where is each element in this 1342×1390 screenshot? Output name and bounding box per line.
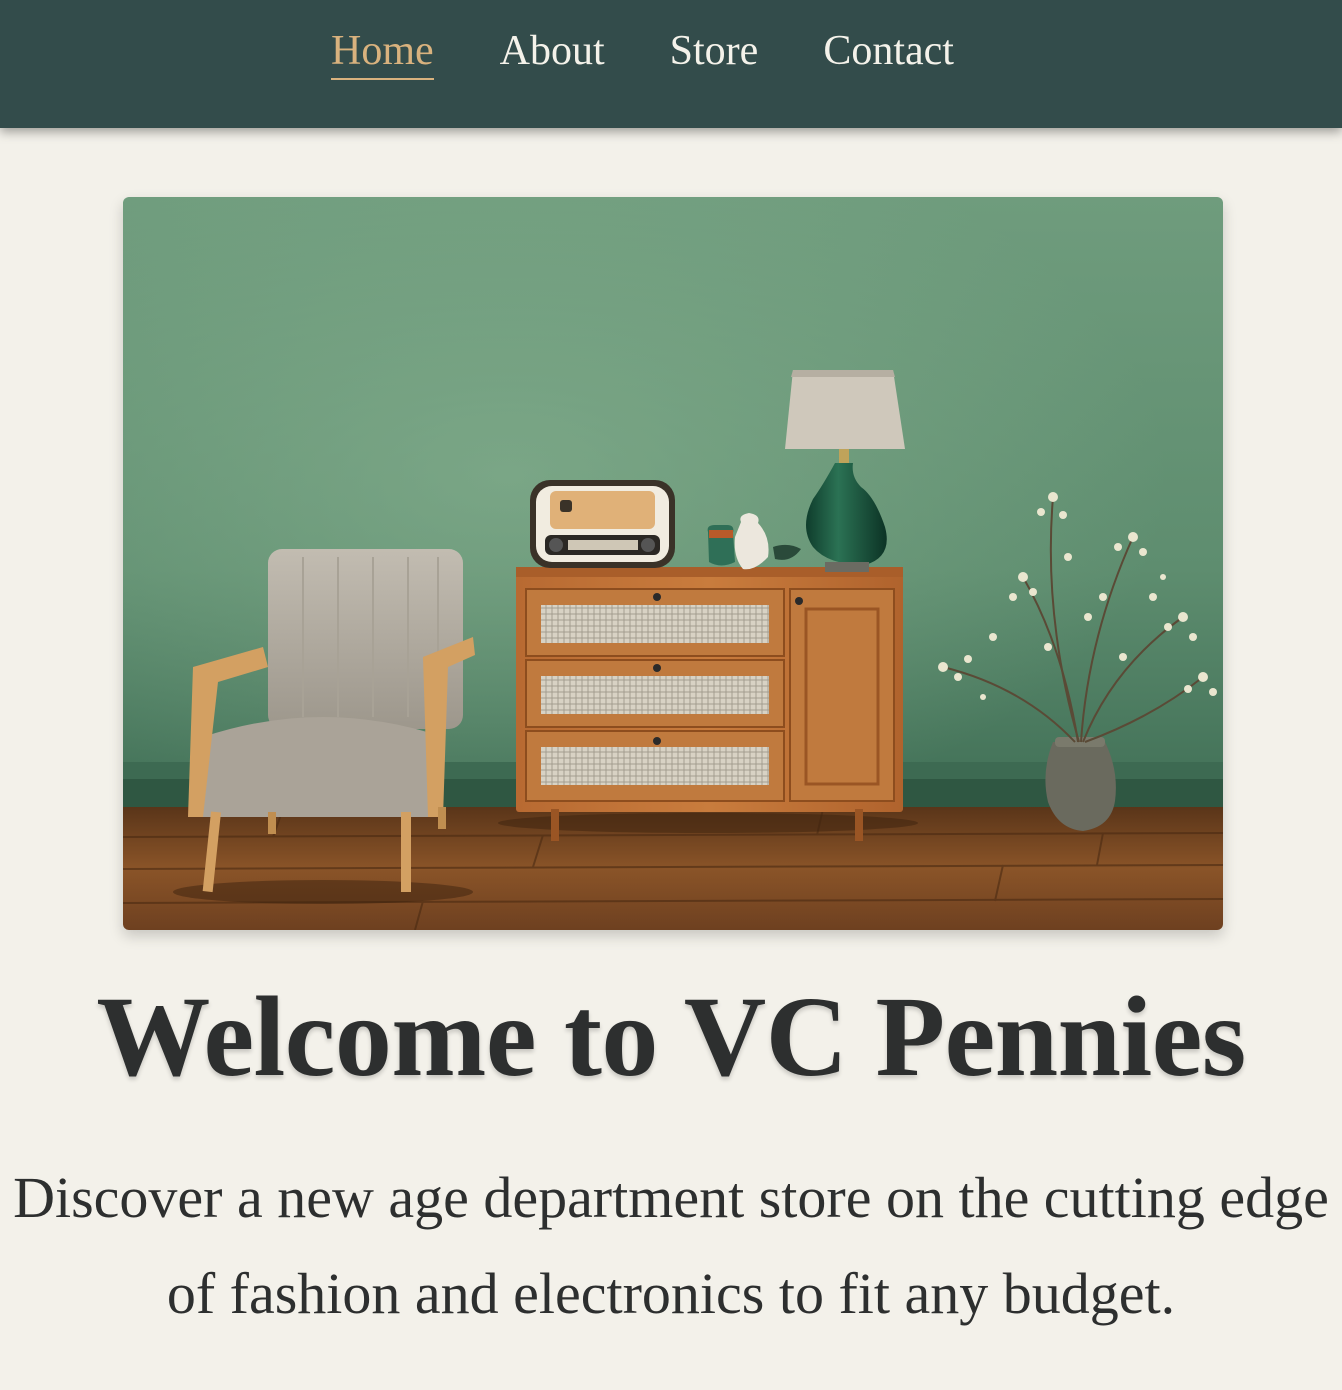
top-navbar: Home About Store Contact bbox=[0, 0, 1342, 128]
nav-link-contact[interactable]: Contact bbox=[823, 26, 954, 80]
nav-link-about[interactable]: About bbox=[500, 26, 605, 80]
hero-image bbox=[123, 197, 1223, 930]
page-title: Welcome to VC Pennies bbox=[96, 973, 1246, 1100]
hero-tagline: Discover a new age department store on t… bbox=[13, 1165, 1329, 1326]
nav-link-store[interactable]: Store bbox=[670, 26, 759, 80]
main-nav: Home About Store Contact bbox=[331, 26, 954, 80]
nav-link-home[interactable]: Home bbox=[331, 26, 434, 80]
